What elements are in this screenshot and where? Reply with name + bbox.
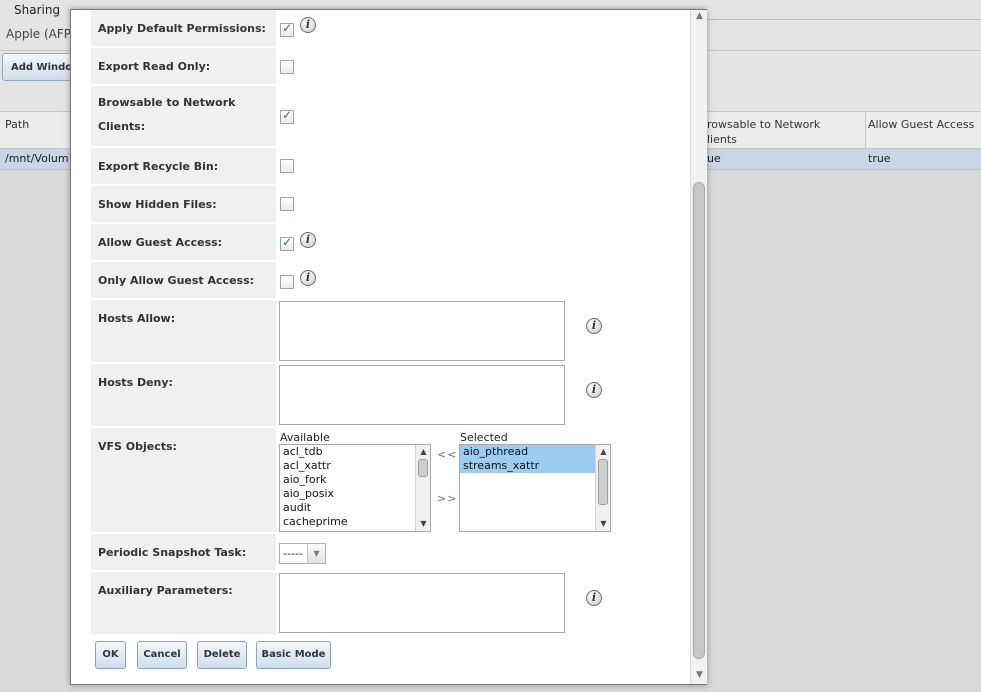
selected-list-title: Selected <box>460 431 508 444</box>
periodic-snapshot-task-select[interactable]: ----- ▼ <box>279 543 326 564</box>
field-label: VFS Objects: <box>91 428 276 534</box>
info-icon[interactable]: i <box>586 590 602 606</box>
list-item[interactable]: aio_fork <box>280 473 430 487</box>
list-item[interactable]: audit <box>280 501 430 515</box>
list-item[interactable]: cacheprime <box>280 515 430 529</box>
grid-cell-guest-access: true <box>868 152 891 165</box>
grid-cell-path: /mnt/Volum <box>5 152 69 165</box>
info-icon[interactable]: i <box>586 318 602 334</box>
field-label: Show Hidden Files: <box>91 186 276 224</box>
field-label: Export Read Only: <box>91 48 276 86</box>
field-label: Export Recycle Bin: <box>91 148 276 186</box>
chevron-down-icon[interactable]: ▼ <box>307 544 325 563</box>
row-allow-guest-access: Allow Guest Access: i <box>91 224 681 262</box>
dialog-scrollbar[interactable]: ▲ ▼ <box>690 10 707 684</box>
scroll-up-icon[interactable]: ▲ <box>598 447 609 456</box>
scrollbar-thumb[interactable] <box>693 182 705 659</box>
edit-afp-share-dialog: Apply Default Permissions: i Export Read… <box>70 9 707 685</box>
apply-default-permissions-checkbox[interactable] <box>280 21 294 37</box>
available-list-title: Available <box>280 431 330 444</box>
row-vfs-objects: VFS Objects: Available acl_tdb acl_xattr… <box>91 428 681 534</box>
ok-button[interactable]: OK <box>95 641 126 669</box>
browsable-checkbox[interactable] <box>280 108 294 124</box>
field-label: Apply Default Permissions: <box>91 10 276 48</box>
allow-guest-access-checkbox[interactable] <box>280 235 294 251</box>
hosts-deny-textarea[interactable] <box>279 365 565 425</box>
scrollbar-thumb[interactable] <box>598 459 608 505</box>
list-item[interactable]: streams_xattr <box>460 459 610 473</box>
row-hosts-allow: Hosts Allow: i <box>91 300 681 364</box>
field-label: Browsable to Network Clients: <box>91 86 276 148</box>
scroll-down-icon[interactable]: ▼ <box>418 519 429 528</box>
show-hidden-files-checkbox[interactable] <box>280 197 294 211</box>
info-icon[interactable]: i <box>586 382 602 398</box>
move-right-button[interactable]: >> <box>437 492 457 505</box>
row-hosts-deny: Hosts Deny: i <box>91 364 681 428</box>
grid-header-path[interactable]: Path <box>5 117 29 132</box>
grid-header-browsable[interactable]: rowsable to Network lients <box>707 117 857 147</box>
field-label: Hosts Allow: <box>91 300 276 364</box>
listbox-scrollbar[interactable]: ▲ ▼ <box>415 445 430 531</box>
auxiliary-parameters-textarea[interactable] <box>279 573 565 633</box>
move-left-button[interactable]: << <box>437 448 457 461</box>
list-item[interactable]: aio_pthread <box>460 445 610 459</box>
cancel-button[interactable]: Cancel <box>137 641 187 669</box>
export-recycle-bin-checkbox[interactable] <box>280 159 294 173</box>
field-label: Periodic Snapshot Task: <box>91 534 276 572</box>
field-label: Hosts Deny: <box>91 364 276 428</box>
row-only-allow-guest-access: Only Allow Guest Access: i <box>91 262 681 300</box>
basic-mode-button[interactable]: Basic Mode <box>256 641 331 669</box>
delete-button[interactable]: Delete <box>197 641 247 669</box>
subtab-apple-afp[interactable]: Apple (AFP <box>6 27 71 41</box>
list-item[interactable]: acl_xattr <box>280 459 430 473</box>
field-label: Auxiliary Parameters: <box>91 572 276 636</box>
scroll-up-icon[interactable]: ▲ <box>418 447 429 456</box>
scrollbar-thumb[interactable] <box>418 459 428 477</box>
only-allow-guest-access-checkbox[interactable] <box>280 275 294 289</box>
info-icon[interactable]: i <box>300 270 316 286</box>
selected-vfs-listbox[interactable]: aio_pthread streams_xattr ▲ ▼ <box>459 444 611 532</box>
select-value: ----- <box>283 547 303 560</box>
grid-header-guest-access[interactable]: Allow Guest Access <box>868 117 974 132</box>
field-label: Only Allow Guest Access: <box>91 262 276 300</box>
row-apply-default-permissions: Apply Default Permissions: i <box>91 10 681 48</box>
available-vfs-listbox[interactable]: acl_tdb acl_xattr aio_fork aio_posix aud… <box>279 444 431 532</box>
field-label: Allow Guest Access: <box>91 224 276 262</box>
info-icon[interactable]: i <box>300 232 316 248</box>
list-item[interactable]: acl_tdb <box>280 445 430 459</box>
export-read-only-checkbox[interactable] <box>280 60 294 74</box>
row-browsable: Browsable to Network Clients: <box>91 86 681 148</box>
hosts-allow-textarea[interactable] <box>279 301 565 361</box>
tab-sharing[interactable]: Sharing <box>0 0 70 20</box>
info-icon[interactable]: i <box>300 17 316 33</box>
list-item[interactable]: aio_posix <box>280 487 430 501</box>
scroll-up-icon[interactable]: ▲ <box>694 11 705 21</box>
row-export-recycle-bin: Export Recycle Bin: <box>91 148 681 186</box>
row-auxiliary-parameters: Auxiliary Parameters: i <box>91 572 681 636</box>
add-share-button[interactable]: Add Windo <box>2 53 72 81</box>
listbox-scrollbar[interactable]: ▲ ▼ <box>595 445 610 531</box>
row-periodic-snapshot-task: Periodic Snapshot Task: ----- ▼ <box>91 534 681 572</box>
row-show-hidden-files: Show Hidden Files: <box>91 186 681 224</box>
scroll-down-icon[interactable]: ▼ <box>694 670 705 680</box>
row-export-read-only: Export Read Only: <box>91 48 681 86</box>
grid-cell-browsable: ue <box>707 152 721 165</box>
grid-header-separator <box>865 112 866 150</box>
scroll-down-icon[interactable]: ▼ <box>598 519 609 528</box>
